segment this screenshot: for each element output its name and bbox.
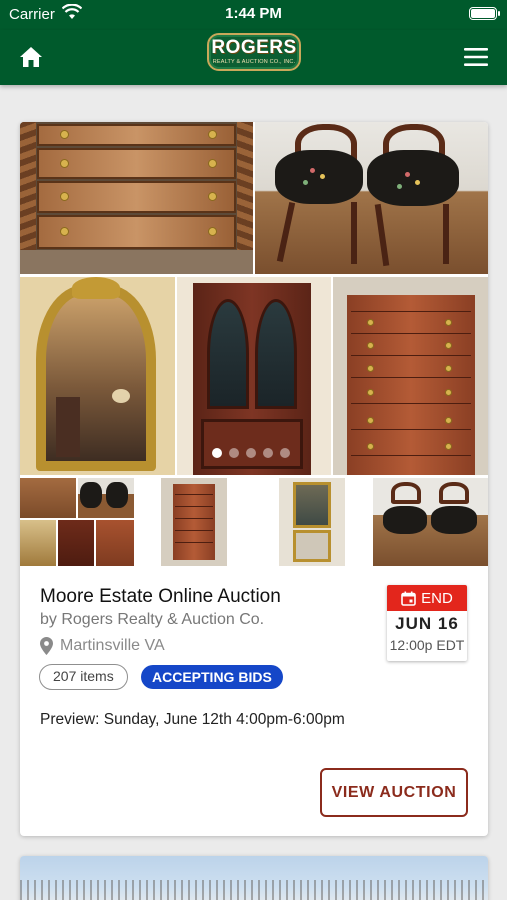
- next-auction-card[interactable]: [20, 856, 488, 900]
- gallery-dot[interactable]: [212, 448, 222, 458]
- end-date: JUN 16: [395, 614, 459, 633]
- clock: 1:44 PM: [225, 5, 282, 22]
- end-label: END: [421, 589, 453, 607]
- photo-highboy-chest[interactable]: [333, 277, 488, 475]
- gallery-pagination-dots: [212, 448, 290, 458]
- menu-button[interactable]: [459, 40, 493, 74]
- brand-logo[interactable]: ROGERS REALTY & AUCTION CO., INC.: [207, 33, 301, 71]
- items-count-chip: 207 items: [39, 664, 128, 690]
- map-pin-icon: [40, 637, 53, 655]
- photo-dresser[interactable]: [20, 122, 253, 274]
- location-text: Martinsville VA: [60, 637, 165, 654]
- view-auction-button[interactable]: VIEW AUCTION: [320, 768, 468, 817]
- thumbnail-collage[interactable]: [20, 478, 134, 566]
- thumbnail-highboy[interactable]: [161, 478, 227, 566]
- battery-icon: [469, 7, 500, 20]
- logo-sub-text: REALTY & AUCTION CO., INC.: [212, 59, 296, 65]
- preview-schedule: Preview: Sunday, June 12th 4:00pm-6:00pm: [40, 711, 345, 728]
- end-badge-header: END: [387, 585, 467, 611]
- logo-main-text: ROGERS: [211, 37, 297, 58]
- app-header: ROGERS REALTY & AUCTION CO., INC.: [0, 30, 507, 85]
- thumbnail-mirror-stand[interactable]: [279, 478, 345, 566]
- photo-gilt-mirror[interactable]: [20, 277, 175, 475]
- hamburger-menu-icon: [464, 48, 488, 66]
- photo-needlepoint-chairs[interactable]: [255, 122, 488, 274]
- end-date-badge: END JUN 16 12:00p EDT: [387, 585, 467, 661]
- end-time: 12:00p EDT: [389, 637, 465, 653]
- thumbnail-strip: [20, 478, 488, 566]
- status-bar: Carrier 1:44 PM: [0, 0, 507, 30]
- gallery-dot[interactable]: [280, 448, 290, 458]
- gallery-dot[interactable]: [229, 448, 239, 458]
- home-button[interactable]: [14, 40, 48, 74]
- gallery-dot[interactable]: [246, 448, 256, 458]
- photo-gallery[interactable]: [20, 122, 488, 475]
- home-icon: [20, 47, 42, 67]
- auction-location: Martinsville VA: [40, 637, 165, 655]
- photo-corner-cabinet[interactable]: [177, 277, 331, 475]
- next-card-photo: [20, 880, 488, 900]
- auction-byline: by Rogers Realty & Auction Co.: [40, 611, 265, 628]
- status-badge: ACCEPTING BIDS: [141, 665, 283, 689]
- thumbnail-chairs[interactable]: [373, 478, 488, 566]
- gallery-dot[interactable]: [263, 448, 273, 458]
- auction-card[interactable]: Moore Estate Online Auction by Rogers Re…: [20, 122, 488, 836]
- auction-title[interactable]: Moore Estate Online Auction: [40, 586, 281, 608]
- calendar-icon: [401, 591, 416, 606]
